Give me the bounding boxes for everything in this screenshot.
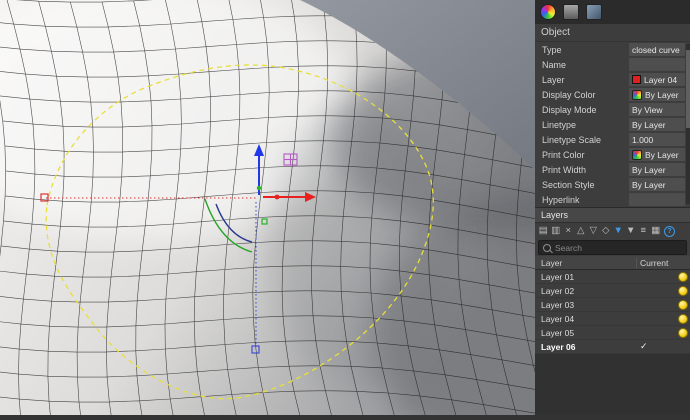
property-row-display-mode: Display Mode By View	[535, 102, 690, 117]
property-row-name: Name	[535, 57, 690, 72]
material-tab-icon[interactable]	[586, 4, 602, 20]
property-value-dropdown[interactable]: By Layer	[629, 178, 685, 191]
layer-visibility-bulb-icon[interactable]	[678, 272, 688, 282]
property-label: Name	[535, 60, 629, 70]
layer-row-01[interactable]: Layer 01	[535, 270, 690, 284]
layers-section-header: Layers	[535, 207, 690, 223]
property-label: Type	[535, 45, 629, 55]
property-value-dropdown[interactable]: closed curve	[629, 43, 685, 56]
property-row-print-color: Print Color By Layer	[535, 147, 690, 162]
property-row-type: Type closed curve	[535, 42, 690, 57]
property-value-dropdown[interactable]: By Layer	[629, 118, 685, 131]
scrollbar-thumb[interactable]	[686, 50, 690, 128]
property-row-linetype: Linetype By Layer	[535, 117, 690, 132]
x-axis-midpoint-dot[interactable]	[275, 195, 280, 200]
property-row-hyperlink: Hyperlink	[535, 192, 690, 207]
property-label: Display Color	[535, 90, 629, 100]
property-row-layer: Layer Layer 04	[535, 72, 690, 87]
viewport[interactable]	[0, 0, 535, 415]
property-label: Display Mode	[535, 105, 629, 115]
list-options-icon[interactable]: ≡	[637, 224, 650, 238]
property-value-text: Layer 04	[644, 75, 677, 85]
current-layer-check[interactable]: ✓	[637, 341, 675, 352]
help-icon[interactable]: ?	[664, 226, 675, 237]
property-row-print-width: Print Width By Layer	[535, 162, 690, 177]
property-label: Print Color	[535, 150, 629, 160]
layer-name: Layer 04	[535, 314, 637, 324]
y-axis-handle[interactable]	[257, 186, 261, 190]
layer-name: Layer 01	[535, 272, 637, 282]
layers-search-input[interactable]	[555, 243, 682, 253]
property-value-text: By Layer	[645, 150, 679, 160]
panel-tab-strip	[535, 0, 690, 24]
property-value-input[interactable]: 1.000	[629, 133, 685, 146]
search-icon	[543, 244, 551, 252]
property-row-section-style: Section Style By Layer	[535, 177, 690, 192]
property-value-dropdown[interactable]: By Layer	[629, 88, 685, 101]
property-value-dropdown[interactable]: By View	[629, 103, 685, 116]
move-up-icon[interactable]: △	[575, 224, 588, 238]
layer-visibility-bulb-icon[interactable]	[678, 328, 688, 338]
layer-name: Layer 05	[535, 328, 637, 338]
property-value-text: By Layer	[645, 90, 679, 100]
property-row-linetype-scale: Linetype Scale 1.000	[535, 132, 690, 147]
property-value-dropdown[interactable]: Layer 04	[629, 73, 685, 86]
new-layer-icon[interactable]: ▤	[537, 224, 550, 238]
property-value-input[interactable]	[629, 193, 685, 206]
column-header-layer[interactable]: Layer	[535, 258, 636, 268]
object-properties-grid: Type closed curve Name Layer Layer 04 Di…	[535, 42, 690, 207]
clamp-tab-icon[interactable]	[563, 4, 579, 20]
property-label: Section Style	[535, 180, 629, 190]
palette-icon	[632, 150, 642, 160]
filter-edit-icon[interactable]: ▼	[625, 224, 638, 238]
viewport-canvas[interactable]	[0, 0, 535, 415]
new-sublayer-icon[interactable]: ▥	[550, 224, 563, 238]
object-section-header: Object	[535, 24, 690, 42]
property-label: Linetype Scale	[535, 135, 629, 145]
layers-toolbar: ▤ ▥ × △ ▽ ◇ ▼ ▼ ≡ ▦ ?	[535, 223, 690, 239]
property-value-dropdown[interactable]: By Layer	[629, 163, 685, 176]
expand-icon[interactable]: ◇	[600, 224, 613, 238]
search-box[interactable]	[538, 240, 687, 255]
property-label: Print Width	[535, 165, 629, 175]
layer-row-02[interactable]: Layer 02	[535, 284, 690, 298]
layers-list-empty-area	[535, 354, 690, 415]
layer-color-swatch	[632, 75, 641, 84]
layer-row-03[interactable]: Layer 03	[535, 298, 690, 312]
move-down-icon[interactable]: ▽	[587, 224, 600, 238]
layer-name: Layer 02	[535, 286, 637, 296]
layer-name: Layer 06	[535, 342, 637, 352]
layers-search-row	[535, 239, 690, 256]
property-label: Layer	[535, 75, 629, 85]
property-row-display-color: Display Color By Layer	[535, 87, 690, 102]
grid-view-icon[interactable]: ▦	[650, 224, 663, 238]
layer-visibility-bulb-icon[interactable]	[678, 300, 688, 310]
palette-icon	[632, 90, 642, 100]
layer-name: Layer 03	[535, 300, 637, 310]
layer-visibility-bulb-icon[interactable]	[678, 286, 688, 296]
property-label: Linetype	[535, 120, 629, 130]
property-label: Hyperlink	[535, 195, 629, 205]
property-value-input[interactable]	[629, 58, 685, 71]
layers-column-header: Layer Current	[535, 256, 690, 270]
properties-scrollbar[interactable]	[686, 44, 690, 204]
delete-layer-icon[interactable]: ×	[562, 224, 575, 238]
layer-visibility-bulb-icon[interactable]	[678, 314, 688, 324]
layer-row-06[interactable]: Layer 06 ✓	[535, 340, 690, 354]
layer-row-05[interactable]: Layer 05	[535, 326, 690, 340]
color-wheel-tab-icon[interactable]	[540, 4, 556, 20]
property-value-dropdown[interactable]: By Layer	[629, 148, 685, 161]
filter-icon[interactable]: ▼	[612, 224, 625, 238]
column-header-current[interactable]: Current	[636, 258, 675, 268]
layer-row-04[interactable]: Layer 04	[535, 312, 690, 326]
properties-panel: Object Type closed curve Name Layer Laye…	[535, 0, 690, 415]
